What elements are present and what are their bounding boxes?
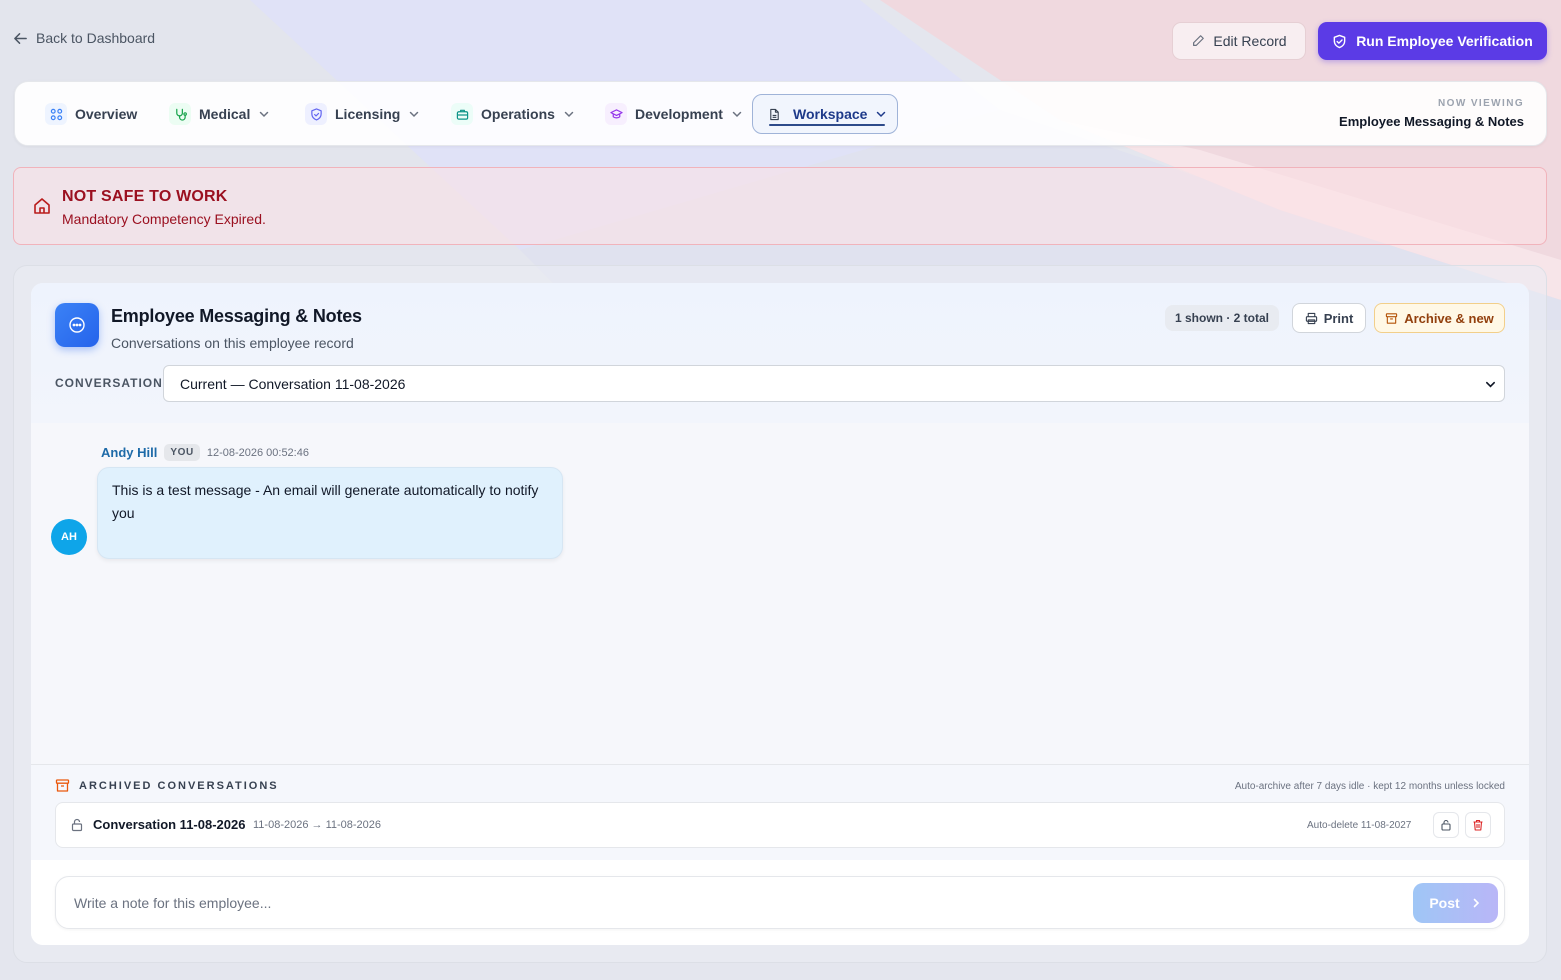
top-bar: Back to Dashboard Edit Record Run Employ… xyxy=(0,0,1561,80)
alert-title: NOT SAFE TO WORK xyxy=(62,188,228,205)
trash-icon xyxy=(1473,819,1483,831)
chat-bubble-icon xyxy=(55,303,99,347)
print-button[interactable]: Print xyxy=(1292,303,1366,333)
archive-and-new-button[interactable]: Archive & new xyxy=(1374,303,1505,333)
lock-icon xyxy=(1441,819,1451,831)
tab-medical[interactable]: Medical xyxy=(159,94,280,134)
post-label: Post xyxy=(1429,895,1460,911)
back-to-dashboard-link[interactable]: Back to Dashboard xyxy=(13,30,155,46)
grid-icon xyxy=(45,103,67,125)
stethoscope-icon xyxy=(169,103,191,125)
archive-box-icon xyxy=(1386,312,1398,324)
edit-record-label: Edit Record xyxy=(1213,33,1287,49)
archived-date-range: 11-08-2026 → 11-08-2026 xyxy=(253,819,382,831)
tab-operations-label: Operations xyxy=(481,106,555,122)
now-viewing-label: NOW VIEWING xyxy=(1438,98,1524,109)
tab-workspace[interactable]: Workspace xyxy=(752,94,899,134)
not-safe-alert: NOT SAFE TO WORK Mandatory Competency Ex… xyxy=(13,167,1547,245)
archived-conversation-row[interactable]: Conversation 11-08-2026 11-08-2026 → 11-… xyxy=(55,802,1505,848)
run-verification-button[interactable]: Run Employee Verification xyxy=(1318,22,1547,60)
pencil-icon xyxy=(1193,35,1205,46)
archived-conversation-title: Conversation 11-08-2026 xyxy=(93,817,246,832)
panel-subtitle: Conversations on this employee record xyxy=(111,335,354,351)
panel-header: Employee Messaging & Notes Conversations… xyxy=(31,283,1529,423)
note-input-wrapper: Post xyxy=(55,876,1505,929)
note-input[interactable] xyxy=(74,892,1394,914)
chevron-down-icon xyxy=(1486,381,1495,388)
auto-delete-note: Auto-delete 11-08-2027 xyxy=(1307,820,1412,831)
tab-operations[interactable]: Operations xyxy=(441,94,585,134)
unlocked-icon xyxy=(71,818,83,832)
message-bubble: This is a test message - An email will g… xyxy=(97,467,563,559)
post-button[interactable]: Post xyxy=(1413,883,1498,923)
chevron-right-icon xyxy=(1473,898,1479,908)
chevron-down-icon xyxy=(260,111,269,118)
graduation-cap-icon xyxy=(605,103,627,125)
arrow-left-icon xyxy=(14,32,27,44)
edit-record-button[interactable]: Edit Record xyxy=(1172,22,1306,60)
briefcase-icon xyxy=(451,103,473,125)
message-timestamp: 12-08-2026 00:52:46 xyxy=(206,446,309,459)
archived-heading-label: ARCHIVED CONVERSATIONS xyxy=(79,779,279,792)
shield-check-icon xyxy=(1333,34,1346,48)
archived-conversations: ARCHIVED CONVERSATIONS Auto-archive afte… xyxy=(31,764,1529,860)
chevron-down-icon xyxy=(877,111,886,118)
alert-message: Mandatory Competency Expired. xyxy=(62,211,266,227)
message-count-badge: 1 shown · 2 total xyxy=(1165,305,1280,331)
conversation-select[interactable]: Current — Conversation 11-08-2026 xyxy=(163,365,1505,402)
panel-title: Employee Messaging & Notes xyxy=(111,306,362,326)
tab-overview-label: Overview xyxy=(75,106,138,122)
tab-medical-label: Medical xyxy=(199,106,251,122)
conversation-select-value: Current — Conversation 11-08-2026 xyxy=(180,375,406,392)
conversation-label: CONVERSATION xyxy=(55,376,163,390)
delete-conversation-button[interactable] xyxy=(1465,812,1491,838)
section-tab-bar: Overview Medical Licensing Operations De… xyxy=(14,81,1547,146)
archive-box-icon xyxy=(55,779,70,792)
tab-development-label: Development xyxy=(635,106,723,122)
now-viewing-value: Employee Messaging & Notes xyxy=(1339,114,1524,129)
message-author: Andy Hill xyxy=(101,445,158,460)
chevron-down-icon xyxy=(410,111,419,118)
tab-licensing-label: Licensing xyxy=(335,106,401,122)
messaging-panel: Employee Messaging & Notes Conversations… xyxy=(31,283,1529,945)
chevron-down-icon xyxy=(732,111,742,118)
tab-licensing[interactable]: Licensing xyxy=(295,94,430,134)
printer-icon xyxy=(1305,312,1317,324)
active-tab-underline xyxy=(769,124,886,126)
tab-development[interactable]: Development xyxy=(595,94,753,134)
chevron-down-icon xyxy=(564,111,574,118)
now-viewing: NOW VIEWING Employee Messaging & Notes xyxy=(1339,98,1524,129)
you-badge: YOU xyxy=(164,444,200,461)
message-thread: Andy Hill YOU 12-08-2026 00:52:46 This i… xyxy=(31,423,1529,764)
archived-heading: ARCHIVED CONVERSATIONS xyxy=(55,778,279,793)
shield-icon xyxy=(305,103,327,125)
print-label: Print xyxy=(1323,310,1354,326)
message-meta: Andy Hill YOU 12-08-2026 00:52:46 xyxy=(101,444,309,461)
note-composer: Post xyxy=(31,860,1529,945)
back-link-label: Back to Dashboard xyxy=(36,30,156,46)
archive-and-new-label: Archive & new xyxy=(1404,310,1494,326)
archive-policy-note: Auto-archive after 7 days idle · kept 12… xyxy=(1234,781,1505,792)
tab-workspace-label: Workspace xyxy=(793,106,868,122)
document-icon xyxy=(763,103,785,125)
tab-overview[interactable]: Overview xyxy=(35,94,147,134)
home-icon xyxy=(34,198,50,214)
avatar: AH xyxy=(51,519,87,555)
lock-conversation-button[interactable] xyxy=(1433,812,1459,838)
run-verification-label: Run Employee Verification xyxy=(1356,33,1533,49)
